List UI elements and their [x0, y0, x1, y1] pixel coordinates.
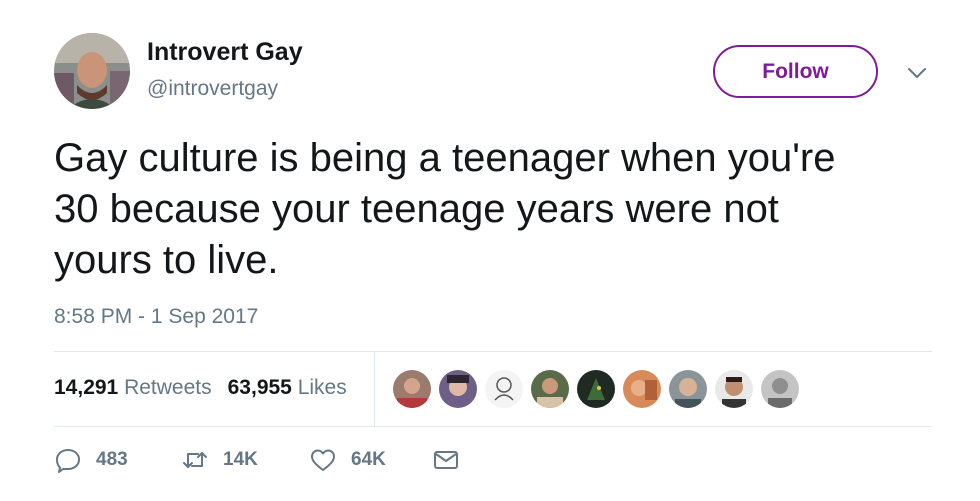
heart-icon [311, 449, 335, 471]
liker-avatar[interactable] [669, 370, 707, 408]
tweet-text-line: yours to live. [54, 238, 279, 282]
reply-count: 483 [96, 449, 128, 470]
like-count: 64K [351, 449, 386, 470]
chevron-down-icon[interactable] [904, 60, 930, 86]
liker-avatar[interactable] [715, 370, 753, 408]
retweet-count: 14K [223, 449, 258, 470]
tweet-timestamp[interactable]: 8:58 PM - 1 Sep 2017 [54, 305, 258, 329]
liker-avatar[interactable] [485, 370, 523, 408]
envelope-icon [434, 451, 458, 469]
author-avatar[interactable] [54, 33, 130, 109]
retweet-icon [183, 452, 207, 468]
retweet-button[interactable]: 14K [181, 445, 258, 475]
author-handle[interactable]: @introvertgay [147, 77, 278, 101]
divider [374, 351, 375, 426]
likes-count: 63,955 [227, 376, 292, 399]
divider [54, 351, 932, 352]
liker-avatar[interactable] [623, 370, 661, 408]
tweet-text-line: Gay culture is being a teenager when you… [54, 136, 836, 180]
retweets-label: Retweets [124, 376, 212, 399]
liker-avatar[interactable] [577, 370, 615, 408]
direct-message-button[interactable] [432, 445, 460, 475]
liker-avatar[interactable] [531, 370, 569, 408]
retweets-count: 14,291 [54, 376, 119, 399]
tweet-text: Gay culture is being a teenager when you… [54, 133, 954, 286]
divider [54, 426, 932, 427]
author-name[interactable]: Introvert Gay [147, 38, 303, 67]
tweet-text-line: 30 because your teenage years were not [54, 187, 779, 231]
reply-icon [56, 449, 80, 473]
reply-button[interactable]: 483 [54, 445, 128, 475]
likes-stat[interactable]: 63,955 Likes [228, 376, 347, 399]
liker-avatar[interactable] [393, 370, 431, 408]
tweet-stats: 14,291 Retweets 63,955 Likes [54, 376, 347, 400]
liker-avatar[interactable] [761, 370, 799, 408]
liker-avatar[interactable] [439, 370, 477, 408]
like-button[interactable]: 64K [309, 445, 386, 475]
retweets-stat[interactable]: 14,291 Retweets [54, 376, 212, 399]
likes-label: Likes [297, 376, 347, 399]
follow-button[interactable]: Follow [713, 45, 878, 98]
